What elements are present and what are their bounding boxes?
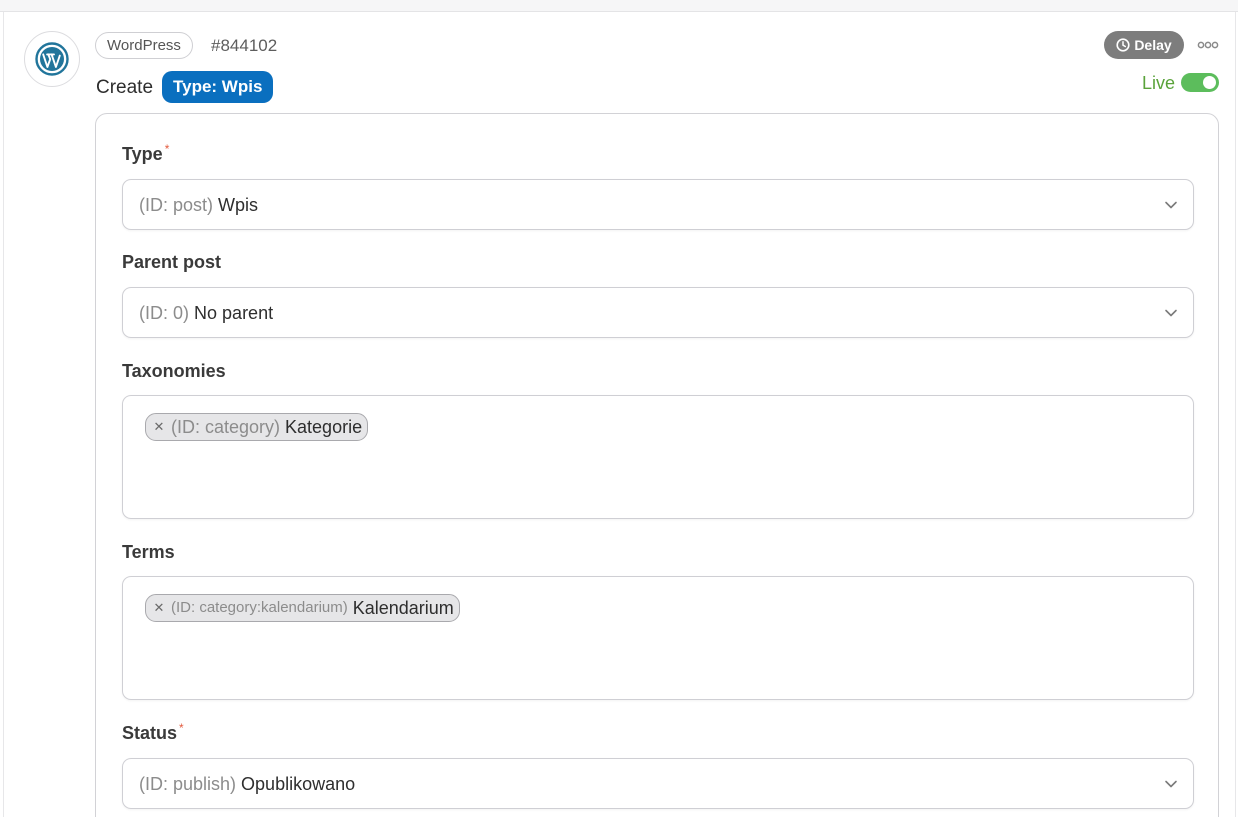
close-icon[interactable]: ✕ (152, 414, 166, 440)
taxonomy-tag: ✕ (ID: category) Kategorie (145, 413, 369, 441)
taxonomies-label-text: Taxonomies (122, 361, 226, 381)
delay-label: Delay (1134, 37, 1172, 53)
parent-post-field-label: Parent post (122, 251, 221, 273)
status-select-value: (ID: publish) Opublikowano (139, 773, 355, 795)
taxonomies-multiselect[interactable]: ✕ (ID: category) Kategorie (122, 395, 1194, 519)
status-select[interactable]: (ID: publish) Opublikowano (122, 758, 1194, 809)
type-label-text: Type (122, 144, 163, 164)
type-badge[interactable]: Type: Wpis (162, 71, 274, 103)
tag-value: Kategorie (285, 417, 363, 437)
id-prefix: (ID: publish) (139, 774, 237, 794)
terms-field-label: Terms (122, 541, 175, 563)
tag-value: Kalendarium (352, 598, 454, 618)
toggle-knob (1203, 76, 1216, 89)
right-border (1235, 12, 1236, 817)
top-strip (0, 0, 1238, 12)
tag-id-prefix: (ID: category) (171, 417, 281, 437)
parent-post-select-value: (ID: 0) No parent (139, 302, 273, 324)
id-prefix: (ID: 0) (139, 303, 190, 323)
ellipsis-icon (1197, 41, 1219, 49)
chevron-down-icon (1165, 780, 1177, 788)
id-prefix: (ID: post) (139, 195, 214, 215)
selected-value: No parent (194, 303, 274, 323)
wordpress-logo (24, 31, 80, 87)
wordpress-logo-icon (35, 42, 69, 76)
step-form-card: Type * (ID: post) Wpis Parent post (ID: 0… (95, 113, 1219, 817)
chevron-down-icon (1165, 201, 1177, 209)
selected-value: Wpis (218, 195, 259, 215)
selected-value: Opublikowano (241, 774, 356, 794)
term-tag: ✕ (ID: category:kalendarium) Kalendarium (145, 594, 460, 622)
required-marker: * (164, 142, 170, 156)
tag-id-prefix: (ID: category:kalendarium) (171, 599, 348, 616)
delay-button[interactable]: Delay (1104, 31, 1184, 59)
terms-label-text: Terms (122, 542, 175, 562)
live-toggle[interactable] (1181, 73, 1219, 92)
type-field-label: Type * (122, 142, 170, 165)
terms-multiselect[interactable]: ✕ (ID: category:kalendarium) Kalendarium (122, 576, 1194, 700)
required-marker: * (179, 721, 184, 735)
status-field-label: Status * (122, 721, 184, 744)
type-select-value: (ID: post) Wpis (139, 194, 258, 216)
live-label: Live (1142, 73, 1176, 93)
status-label-text: Status (122, 723, 178, 743)
parent-post-select[interactable]: (ID: 0) No parent (122, 287, 1194, 338)
step-id: #844102 (211, 36, 278, 55)
action-label: Create (96, 77, 154, 98)
clock-icon (1116, 38, 1130, 52)
taxonomies-field-label: Taxonomies (122, 360, 226, 382)
type-select[interactable]: (ID: post) Wpis (122, 179, 1194, 230)
app-name-chip[interactable]: WordPress (95, 32, 193, 59)
more-options-button[interactable] (1195, 36, 1221, 54)
chevron-down-icon (1165, 309, 1177, 317)
parent-post-label-text: Parent post (122, 252, 222, 272)
left-border (3, 12, 4, 817)
close-icon[interactable]: ✕ (152, 595, 166, 621)
